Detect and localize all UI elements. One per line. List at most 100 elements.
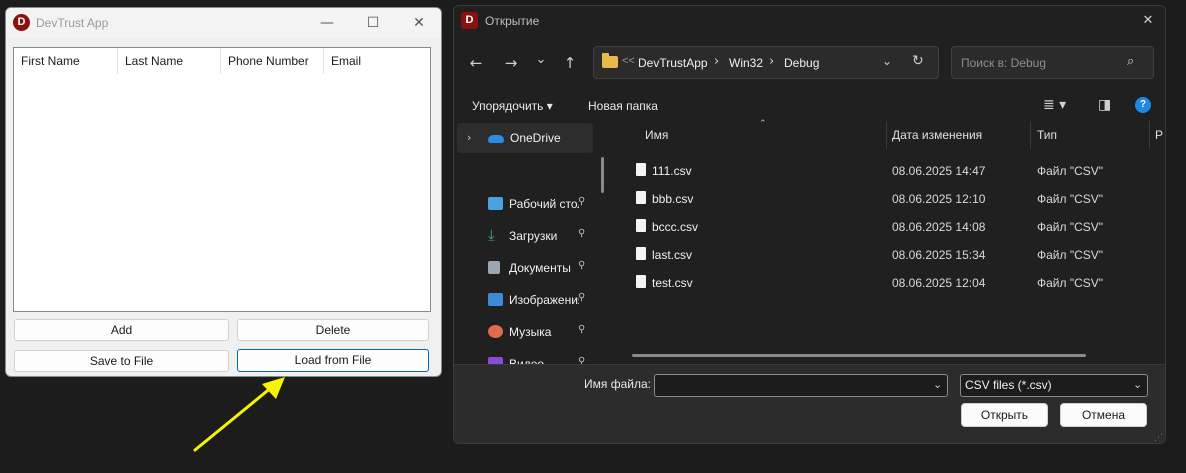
file-type: Файл "CSV" [1037,276,1104,290]
sidebar-item-downloads[interactable]: ⤓ Загрузки ⚲ [454,223,594,249]
sidebar-item-onedrive[interactable]: › OneDrive [457,123,593,153]
column-type[interactable]: Тип [1037,128,1057,142]
breadcrumb-win32[interactable]: Win32 [729,56,763,70]
address-bar[interactable]: << DevTrustApp › Win32 › Debug ⌄ ↻ [593,46,939,79]
sidebar-scrollbar[interactable] [601,157,604,193]
file-row[interactable]: 111.csv 08.06.2025 14:47 Файл "CSV" [614,156,1165,184]
help-icon[interactable]: ? [1135,97,1151,113]
save-to-file-button[interactable]: Save to File [14,350,229,372]
forward-button[interactable]: → [498,52,524,74]
file-date: 08.06.2025 12:10 [892,192,986,206]
file-row[interactable]: test.csv 08.06.2025 12:04 Файл "CSV" [614,268,1165,296]
sidebar-item-pictures[interactable]: Изображения ⚲ [454,287,594,313]
maximize-button[interactable]: ☐ [350,11,396,35]
sidebar-item-label: OneDrive [510,131,561,145]
dialog-title: Открытие [485,14,540,28]
contacts-list[interactable]: First Name Last Name Phone Number Email [13,47,431,312]
sidebar-item-documents[interactable]: Документы ⚲ [454,255,594,281]
open-file-dialog: D Открытие ✕ ← → ⌄ ↑ << DevTrustApp › Wi… [453,5,1166,444]
pin-icon: ⚲ [578,324,586,335]
close-button[interactable]: ✕ [396,11,441,35]
back-button[interactable]: ← [463,52,489,74]
search-placeholder: Поиск в: Debug [961,56,1046,70]
file-row[interactable]: bbb.csv 08.06.2025 12:10 Файл "CSV" [614,184,1165,212]
sidebar-item-label: Изображения [509,293,579,307]
pin-icon: ⚲ [578,196,586,207]
sidebar-item-music[interactable]: Музыка ⚲ [454,319,594,345]
up-button[interactable]: ↑ [557,52,583,74]
load-from-file-button[interactable]: Load from File [237,349,429,372]
horizontal-scrollbar[interactable] [632,354,1086,357]
column-size[interactable]: Р [1155,128,1163,142]
column-last-name[interactable]: Last Name [118,48,221,74]
open-button[interactable]: Открыть [961,403,1048,427]
sidebar-item-label: Рабочий стол [509,197,579,211]
column-date-modified[interactable]: Дата изменения [892,128,982,142]
column-first-name[interactable]: First Name [14,48,118,74]
file-date: 08.06.2025 14:47 [892,164,986,178]
recent-locations-button[interactable]: ⌄ [528,49,554,71]
sidebar-item-videos[interactable]: Видео ⚲ [454,351,594,365]
sidebar-item-label: Документы [509,261,571,275]
file-date: 08.06.2025 14:08 [892,220,986,234]
sidebar-item-desktop[interactable]: Рабочий стол ⚲ [454,191,594,217]
file-name: last.csv [652,248,693,262]
command-bar: Упорядочить ▾ Новая папка ≣ ▾ ◨ ? [454,93,1165,121]
file-name: test.csv [652,276,693,290]
navigation-pane: › OneDrive Рабочий стол ⚲ ⤓ Загрузки ⚲ Д… [454,121,606,365]
address-overflow[interactable]: << [622,55,635,67]
search-icon[interactable]: ⌕ [1127,54,1134,69]
refresh-icon[interactable]: ↻ [912,53,924,69]
app-titlebar[interactable]: D DevTrust App — ☐ ✕ [6,8,441,38]
download-icon: ⤓ [488,226,495,244]
sidebar-item-label: Музыка [509,325,552,339]
annotation-arrow-icon [193,377,285,452]
delete-button[interactable]: Delete [237,319,429,341]
folder-icon [602,53,618,68]
file-type: Файл "CSV" [1037,248,1104,262]
file-icon [636,163,646,176]
column-divider[interactable] [886,121,887,149]
file-date: 08.06.2025 15:34 [892,248,986,262]
dialog-logo-icon: D [461,12,478,29]
file-row[interactable]: bccc.csv 08.06.2025 14:08 Файл "CSV" [614,212,1165,240]
chevron-down-icon[interactable]: ⌄ [882,54,892,68]
cloud-icon [488,135,504,143]
view-options-icon[interactable]: ≣ ▾ [1043,97,1066,113]
cancel-button[interactable]: Отмена [1060,403,1147,427]
file-date: 08.06.2025 12:04 [892,276,986,290]
file-type: Файл "CSV" [1037,220,1104,234]
column-email[interactable]: Email [324,48,428,74]
organize-button[interactable]: Упорядочить ▾ [472,99,553,113]
column-divider[interactable] [1030,121,1031,149]
file-name-label: Имя файла: [584,377,651,391]
pin-icon: ⚲ [578,228,586,239]
file-type: Файл "CSV" [1037,192,1104,206]
file-name-input[interactable]: ⌄ [654,374,948,397]
dialog-close-button[interactable]: ✕ [1134,10,1162,32]
chevron-right-icon: › [714,54,720,69]
pin-icon: ⚲ [578,260,586,271]
add-button[interactable]: Add [14,319,229,341]
pin-icon: ⚲ [578,292,586,303]
file-type-filter[interactable]: CSV files (*.csv) ⌄ [960,374,1148,397]
expand-chevron-icon[interactable]: › [467,131,471,144]
column-divider[interactable] [1149,121,1150,149]
chevron-down-icon[interactable]: ⌄ [1133,378,1142,391]
column-name[interactable]: Имя [645,128,668,142]
column-phone-number[interactable]: Phone Number [221,48,324,74]
search-box[interactable]: Поиск в: Debug ⌕ [951,46,1154,79]
breadcrumb-debug[interactable]: Debug [784,56,819,70]
file-list[interactable]: Имя ⌃ Дата изменения Тип Р 111.csv 08.06… [614,119,1165,365]
preview-pane-icon[interactable]: ◨ [1098,97,1111,113]
resize-grip-icon[interactable]: ⋰ [1154,433,1163,443]
breadcrumb-devtrustapp[interactable]: DevTrustApp [638,56,708,70]
chevron-down-icon[interactable]: ⌄ [933,378,942,391]
minimize-button[interactable]: — [304,11,350,35]
app-title: DevTrust App [36,16,109,30]
file-row[interactable]: last.csv 08.06.2025 15:34 Файл "CSV" [614,240,1165,268]
dialog-footer: Имя файла: ⌄ CSV files (*.csv) ⌄ Открыть… [454,364,1165,443]
file-icon [636,275,646,288]
document-icon [488,261,500,274]
new-folder-button[interactable]: Новая папка [588,99,658,113]
